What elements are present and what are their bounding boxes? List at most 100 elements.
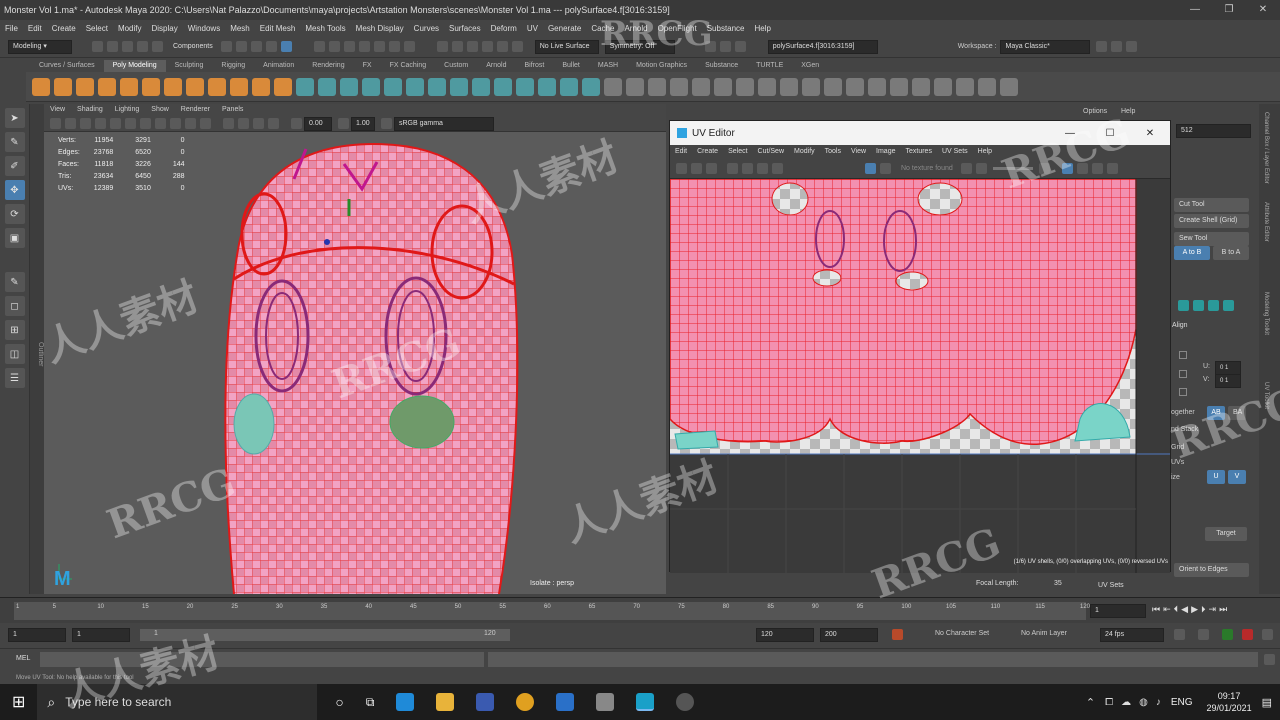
shelf-planar-map-icon[interactable] [582, 77, 600, 96]
range-end-field[interactable]: 120 [756, 628, 814, 642]
uv-isolate-icon[interactable] [1106, 163, 1118, 174]
range-bar[interactable]: 1 120 [140, 629, 510, 641]
uv-checker-tile-icon[interactable] [880, 163, 891, 174]
align-top-icon[interactable] [1223, 300, 1234, 311]
uv-maximize-button[interactable]: ☐ [1090, 128, 1130, 139]
shelf-type-icon[interactable] [186, 77, 204, 96]
shelf-tab-rendering[interactable]: Rendering [303, 60, 353, 72]
single-view-icon[interactable]: ◻ [4, 296, 25, 316]
preferences-icon[interactable] [1262, 629, 1273, 640]
shelf-target-weld-icon[interactable] [472, 77, 490, 96]
step-forward-key-icon[interactable]: ⇥ [1209, 604, 1217, 615]
menu-curves[interactable]: Curves [414, 24, 439, 33]
select-tool-icon[interactable]: ➤ [4, 108, 25, 128]
shelf-tab-mash[interactable]: MASH [589, 60, 627, 72]
checkbox-2[interactable] [1179, 370, 1187, 378]
volume-icon[interactable]: ♪ [1156, 697, 1161, 708]
menu-edit-mesh[interactable]: Edit Mesh [260, 24, 296, 33]
shelf-cut-uv-icon[interactable] [802, 77, 820, 96]
shelf-bevel-icon[interactable] [362, 77, 380, 96]
range-start-field[interactable]: 1 [72, 628, 130, 642]
perspective-viewport[interactable]: View Shading Lighting Show Renderer Panels 0.… [44, 104, 666, 594]
clock[interactable]: 09:17 29/01/2021 [1207, 690, 1252, 714]
uv-menu-cut-sew[interactable]: Cut/Sew [758, 145, 784, 159]
store-icon[interactable] [476, 693, 495, 711]
windows-start-icon[interactable]: ⊞ [12, 692, 25, 712]
shelf-delete-history-icon[interactable] [736, 77, 754, 96]
shelf-connect-icon[interactable] [494, 77, 512, 96]
shelf-tab-bifrost[interactable]: Bifrost [516, 60, 554, 72]
shelf-auto-map-icon[interactable] [604, 77, 622, 96]
step-back-key-icon[interactable]: ⇤ [1163, 604, 1171, 615]
menu-select[interactable]: Select [86, 24, 108, 33]
maya-taskbar-icon[interactable] [636, 693, 655, 711]
fps-dropdown[interactable]: 24 fps [1100, 628, 1164, 642]
cloud-icon[interactable]: ☁ [1121, 697, 1131, 708]
shelf-tab-arnold[interactable]: Arnold [477, 60, 515, 72]
shelf-tab-motion-graphics[interactable]: Motion Graphics [627, 60, 696, 72]
shelf-tab-sculpting[interactable]: Sculpting [166, 60, 213, 72]
shelf-torus-icon[interactable] [120, 77, 138, 96]
undo-icon[interactable] [137, 41, 148, 52]
obs-icon[interactable] [676, 693, 695, 711]
align-center-icon[interactable] [1193, 300, 1204, 311]
select-face-icon[interactable] [250, 41, 262, 52]
shelf-tab-poly-modeling[interactable]: Poly Modeling [103, 60, 166, 72]
uv-shaded-icon[interactable] [727, 163, 738, 174]
uv-frame-icon[interactable] [691, 163, 702, 174]
save-scene-icon[interactable] [122, 41, 133, 52]
shelf-layout-icon[interactable] [846, 77, 864, 96]
shelf-quad-draw-icon[interactable] [516, 77, 534, 96]
uv-minimize-button[interactable]: — [1050, 128, 1090, 139]
uv-toggle-icon[interactable] [1076, 163, 1088, 174]
uv-checker-icon[interactable] [865, 163, 876, 174]
u-button[interactable]: U [1207, 470, 1225, 484]
shelf-extrude-icon[interactable] [384, 77, 402, 96]
menu-deform[interactable]: Deform [491, 24, 517, 33]
go-to-start-icon[interactable]: ⏮ [1152, 604, 1160, 615]
edge-icon[interactable] [396, 693, 415, 711]
settings-icon[interactable] [1111, 41, 1123, 52]
texel-density-field[interactable]: 512 [1176, 124, 1251, 138]
shelf-relax-uv-icon[interactable] [1000, 77, 1018, 96]
v-button[interactable]: V [1228, 470, 1246, 484]
loop-icon[interactable] [1174, 629, 1185, 640]
mode-dropdown[interactable]: Modeling ▾ [8, 39, 72, 54]
shelf-unfold-icon[interactable] [560, 77, 578, 96]
character-set-dropdown[interactable]: No Character Set [935, 630, 989, 637]
taskbar-search-box[interactable]: ⌕ Type here to search [37, 684, 318, 720]
uv-brightness-slider[interactable] [992, 167, 1033, 170]
shelf-smooth-icon[interactable] [296, 77, 314, 96]
shelf-tab-custom[interactable]: Custom [435, 60, 477, 72]
shelf-svg-icon[interactable] [208, 77, 226, 96]
shelf-separate-icon[interactable] [252, 77, 270, 96]
menu-surfaces[interactable]: Surfaces [449, 24, 481, 33]
shelf-grab-uv-icon[interactable] [934, 77, 952, 96]
render-settings-icon[interactable] [481, 41, 493, 52]
snap-curve-icon[interactable] [328, 41, 340, 52]
ab-button[interactable]: AB [1207, 406, 1225, 420]
shelf-freeze-icon[interactable] [714, 77, 732, 96]
snap-point-icon[interactable] [343, 41, 355, 52]
uv-menu-create[interactable]: Create [697, 145, 718, 159]
shelf-unfold-uv-icon[interactable] [824, 77, 842, 96]
select-object-icon[interactable] [280, 41, 292, 52]
align-left-icon[interactable] [1178, 300, 1189, 311]
live-surface-field[interactable]: No Live Surface [534, 39, 599, 54]
target-button[interactable]: Target [1205, 527, 1247, 541]
snap-view-icon[interactable] [358, 41, 370, 52]
menu-mesh[interactable]: Mesh [230, 24, 250, 33]
shelf-cylinder-icon[interactable] [76, 77, 94, 96]
lasso-tool-icon[interactable]: ✎ [4, 132, 25, 152]
notifications-icon[interactable]: ▤ [1262, 696, 1272, 709]
language-indicator[interactable]: ENG [1171, 697, 1193, 708]
side-tab-uv-toolkit[interactable]: UV Toolkit [1263, 382, 1269, 409]
menu-cache[interactable]: Cache [591, 24, 614, 33]
end-time-field[interactable]: 200 [820, 628, 878, 642]
shelf-tab-substance[interactable]: Substance [696, 60, 747, 72]
user-icon[interactable] [1096, 41, 1108, 52]
auto-key-icon[interactable] [892, 629, 903, 640]
shelf-uv-editor-icon[interactable] [626, 77, 644, 96]
shelf-tab-rigging[interactable]: Rigging [212, 60, 254, 72]
shelf-tab-fx-caching[interactable]: FX Caching [381, 60, 436, 72]
